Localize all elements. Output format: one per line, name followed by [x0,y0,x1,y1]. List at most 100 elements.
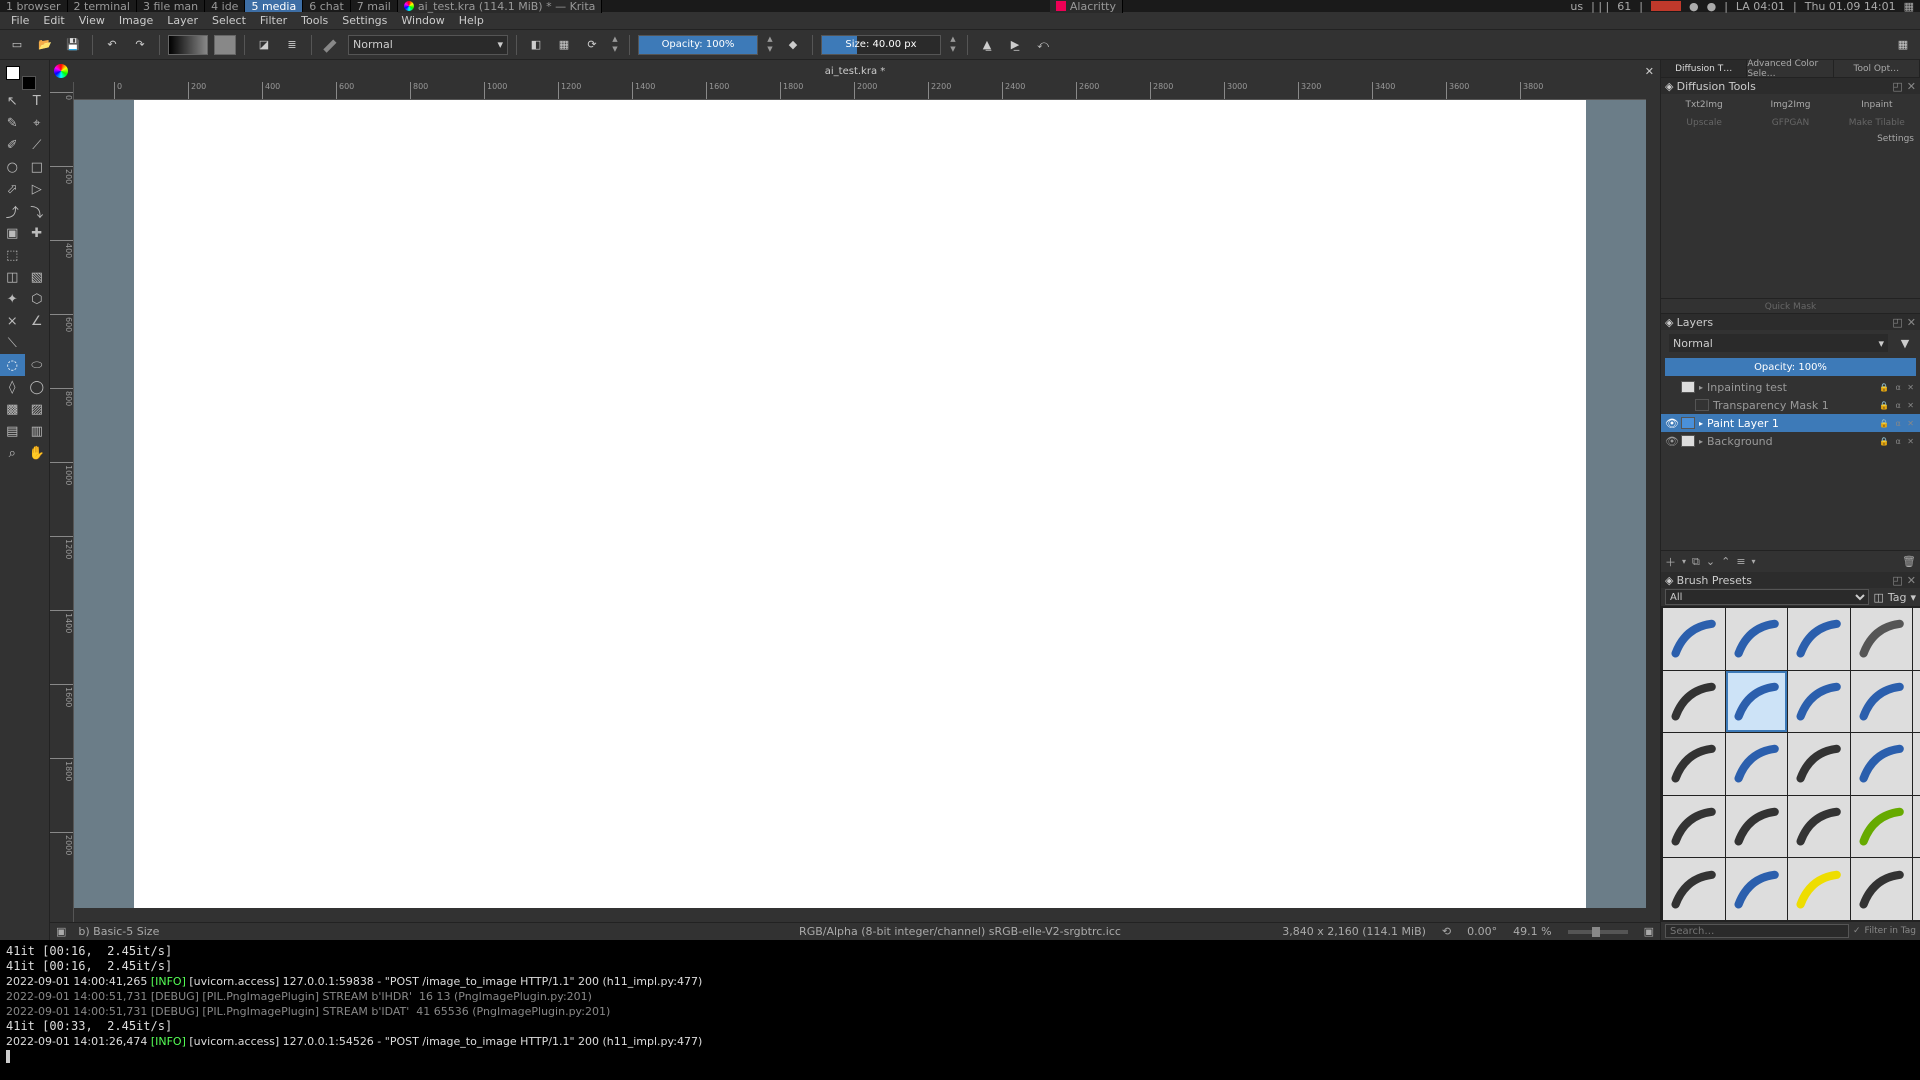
menu-file[interactable]: File [4,12,36,29]
line-tool[interactable]: ⟋ [25,134,50,156]
rect-select-tool[interactable]: ◌ [0,354,25,376]
opacity-slider[interactable]: Opacity: 100% [638,35,758,55]
duplicate-layer-button[interactable]: ⧉ [1692,555,1700,569]
color-chooser[interactable] [6,66,36,90]
brush-preset[interactable] [1726,608,1788,670]
layer-blend-select[interactable]: Normal▾ [1669,334,1888,352]
add-layer-button[interactable]: ＋ [1665,554,1676,570]
layer-filter-button[interactable]: ▼ [1894,332,1916,354]
multi-tool[interactable]: ✚ [25,222,50,244]
bezier-tool[interactable]: ⤴ [0,200,25,222]
layer-name[interactable]: Inpainting test [1707,381,1787,394]
rotation-reset-button[interactable]: ⟲ [1442,925,1451,938]
zoom-value[interactable]: 49.1 % [1513,925,1551,938]
taskbar-workspace-4[interactable]: 4 ide [205,0,245,12]
diffusion-gfpgan-button[interactable]: GFPGAN [1747,114,1833,132]
brush-tag-filter[interactable]: All [1665,589,1869,605]
zoom-slider[interactable] [1568,930,1628,934]
diffusion-upscale-button[interactable]: Upscale [1661,114,1747,132]
brush-preset[interactable] [1726,858,1788,920]
delete-layer-button[interactable]: 🗑 [1902,555,1916,568]
quick-mask-button[interactable]: Quick Mask [1661,298,1920,314]
freehand-select-tool[interactable]: ◊ [0,376,25,398]
visibility-toggle[interactable]: 👁 [1665,435,1677,448]
blend-mode-select[interactable]: Normal▾ [348,35,508,55]
brush-preset[interactable] [1663,733,1725,795]
brush-preset[interactable] [1788,796,1850,858]
reload-preset-button[interactable]: ⟳ [581,34,603,56]
taskbar-workspace-6[interactable]: 6 chat [303,0,351,12]
open-file-button[interactable]: 📂 [34,34,56,56]
brush-tool[interactable]: ✐ [0,134,25,156]
brush-preset[interactable] [1788,858,1850,920]
gradient-tool[interactable]: ✦ [0,288,25,310]
diffusion-settings-button[interactable]: Settings [1877,134,1914,144]
redo-button[interactable]: ↷ [129,34,151,56]
brush-preset[interactable] [1913,608,1920,670]
menu-help[interactable]: Help [452,12,491,29]
brush-preset[interactable] [1851,671,1913,733]
move-layer-down-button[interactable]: ⌄ [1706,555,1715,568]
freehand-tool[interactable]: ⤵ [25,200,50,222]
tool-tool[interactable]: ▥ [25,420,50,442]
alpha-lock-toggle[interactable]: ▦ [553,34,575,56]
color-picker-tool[interactable]: ⟍ [0,332,25,354]
layer-name[interactable]: Background [1707,435,1773,448]
diffusion-inpaint-button[interactable]: Inpaint [1834,96,1920,114]
dock-tab[interactable]: Tool Opt… [1834,60,1920,77]
brush-preset[interactable] [1788,671,1850,733]
brush-preset[interactable] [1726,671,1788,733]
layer-locks[interactable]: 🔒 α ✕ [1879,383,1916,392]
calligraphy-tool[interactable]: ⌖ [25,112,50,134]
tray-menu-icon[interactable]: ▦ [1904,0,1914,13]
brush-preset[interactable] [1726,796,1788,858]
menu-settings[interactable]: Settings [335,12,394,29]
brush-preset[interactable] [1851,858,1913,920]
move-layer-up-button[interactable]: ⌃ [1721,555,1730,568]
gradient-swatch[interactable] [168,35,208,55]
deform-tool[interactable]: ⨯ [0,310,25,332]
fill-tool[interactable]: ▧ [25,266,50,288]
brush-preset[interactable] [1913,671,1920,733]
visibility-toggle[interactable]: 👁 [1665,417,1677,430]
brush-preset[interactable] [1913,733,1920,795]
vertical-scrollbar[interactable] [1646,82,1660,922]
menu-filter[interactable]: Filter [253,12,294,29]
fg-bg-swap-icon[interactable]: ◪ [253,34,275,56]
edit-shapes-tool[interactable]: ✎ [0,112,25,134]
options-icon[interactable]: ≣ [281,34,303,56]
taskbar-workspace-2[interactable]: 2 terminal [68,0,137,12]
diffusion-img2img-button[interactable]: Img2Img [1747,96,1833,114]
ellipse-select-tool[interactable]: ⬭ [25,354,50,376]
canvas[interactable] [134,100,1586,908]
taskbar-workspace-3[interactable]: 3 file man [137,0,205,12]
mirror-horizontal-button[interactable]: ▲̲ [976,34,998,56]
opacity-lock-icon[interactable]: ◆ [782,34,804,56]
layer-row[interactable]: 👁▸Paint Layer 1🔒 α ✕ [1661,414,1920,432]
brush-search-input[interactable] [1665,924,1849,938]
menu-view[interactable]: View [72,12,112,29]
brush-preset[interactable] [1851,733,1913,795]
workspace-chooser-button[interactable]: ▦ [1892,34,1914,56]
close-tab-button[interactable]: ✕ [1645,65,1654,78]
mirror-vertical-button[interactable]: ▶̲ [1004,34,1026,56]
taskbar-workspace-5[interactable]: 5 media [245,0,303,12]
wrap-mode-button[interactable]: ⤺ [1032,34,1054,56]
save-file-button[interactable]: 💾 [62,34,84,56]
pattern-swatch[interactable] [214,35,236,55]
bezier-select-tool[interactable]: ▨ [25,398,50,420]
layer-properties-button[interactable]: ≡ [1736,555,1745,568]
canvas-viewport[interactable] [74,100,1646,908]
magnetic-select-tool[interactable]: ▤ [0,420,25,442]
undo-button[interactable]: ↶ [101,34,123,56]
taskbar-app-alacritty[interactable]: Alacritty [1050,0,1123,13]
polygon-tool[interactable]: ▷ [25,178,50,200]
similar-select-tool[interactable]: ▩ [0,398,25,420]
layer-opacity-slider[interactable]: Opacity: 100% [1665,358,1916,376]
menu-select[interactable]: Select [205,12,253,29]
brush-preset[interactable] [1913,796,1920,858]
brush-preset[interactable] [1663,858,1725,920]
brush-preset[interactable] [1788,608,1850,670]
layer-name[interactable]: Paint Layer 1 [1707,417,1779,430]
close-docker-icon[interactable]: ✕ [1907,80,1916,93]
